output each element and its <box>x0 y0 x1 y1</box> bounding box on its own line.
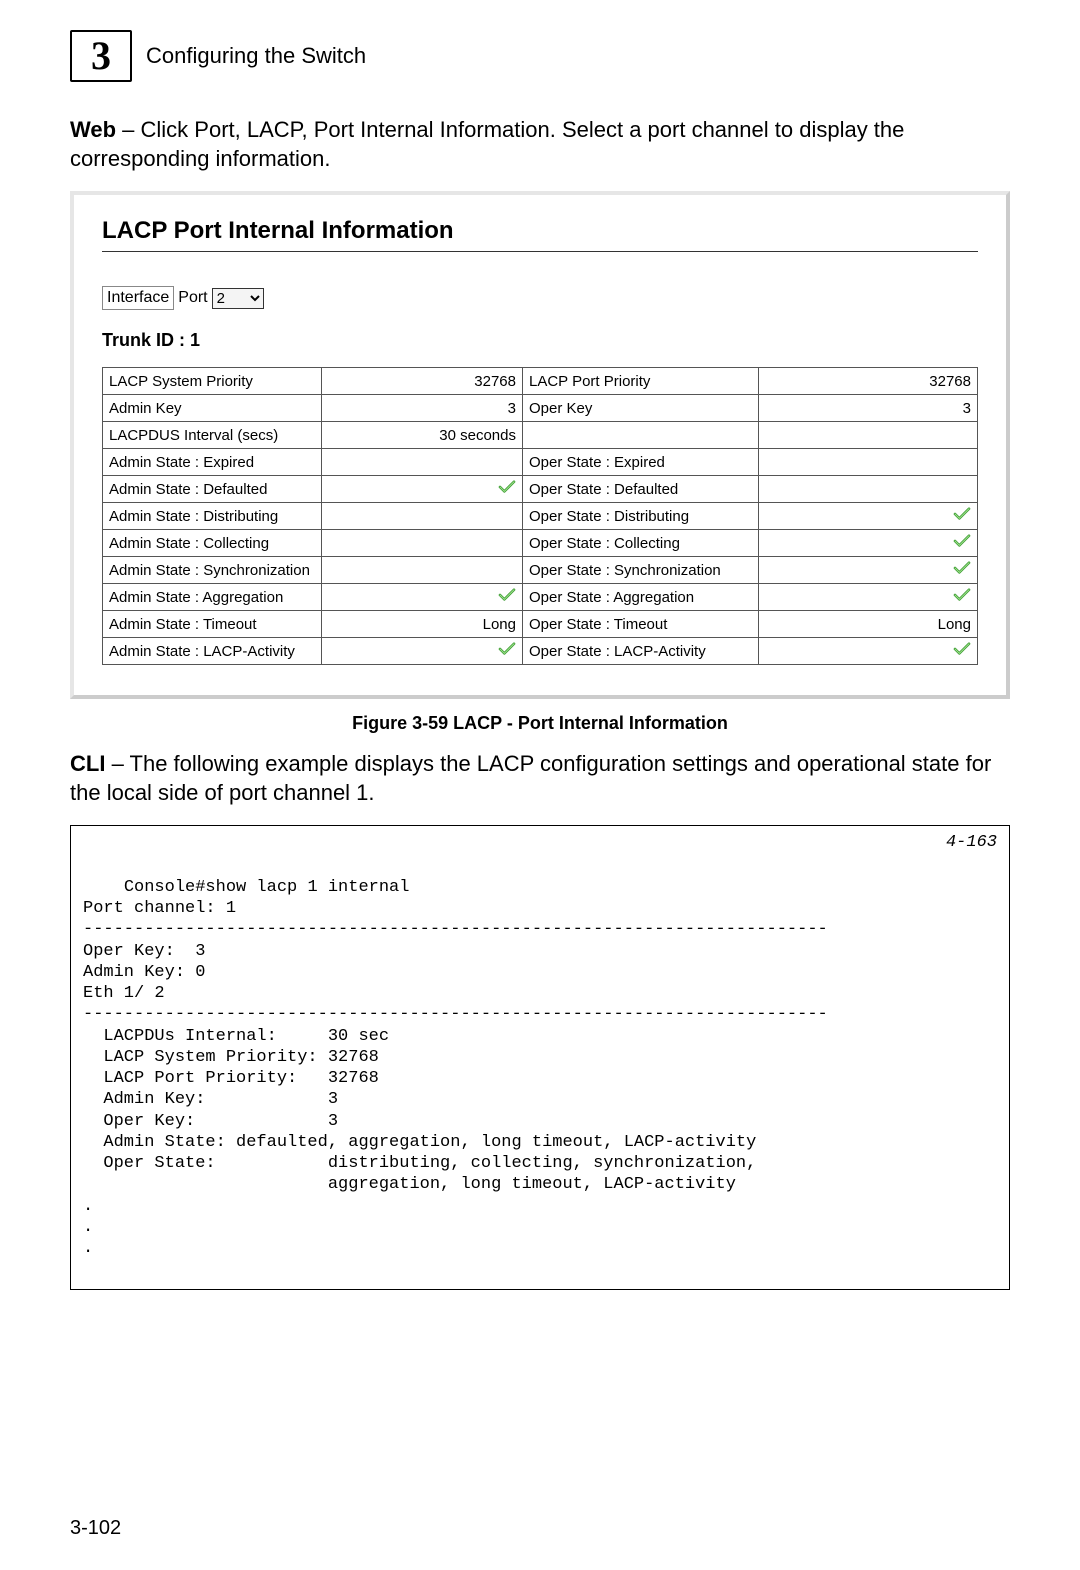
interface-row: Interface Port 2 <box>102 286 978 310</box>
page-header: 3 Configuring the Switch <box>70 30 1010 82</box>
value-left <box>321 557 522 584</box>
value-right <box>759 557 978 584</box>
value-left <box>321 476 522 503</box>
label-right: Oper State : Distributing <box>523 503 759 530</box>
table-row: Admin Key3Oper Key3 <box>103 395 978 422</box>
label-left: Admin State : LACP-Activity <box>103 638 322 665</box>
cli-paragraph: CLI – The following example displays the… <box>70 750 1010 807</box>
table-row: LACP System Priority32768LACP Port Prior… <box>103 368 978 395</box>
value-right <box>759 476 978 503</box>
label-left: LACPDUS Interval (secs) <box>103 422 322 449</box>
value-right: 32768 <box>759 368 978 395</box>
web-prefix: Web <box>70 117 116 142</box>
label-right: Oper State : Collecting <box>523 530 759 557</box>
value-right: Long <box>759 611 978 638</box>
table-row: Admin State : Aggregation Oper State : Ag… <box>103 584 978 611</box>
cli-prefix: CLI <box>70 751 105 776</box>
label-left: Admin State : Defaulted <box>103 476 322 503</box>
chapter-number: 3 <box>91 36 111 76</box>
value-left: 32768 <box>321 368 522 395</box>
table-row: Admin State : Collecting Oper State : Col… <box>103 530 978 557</box>
table-row: Admin State : Defaulted Oper State : Defa… <box>103 476 978 503</box>
page-number: 3-102 <box>70 1517 121 1540</box>
trunk-id-label: Trunk ID : 1 <box>102 330 978 351</box>
screenshot-heading: LACP Port Internal Information <box>102 217 978 245</box>
label-right: Oper State : Aggregation <box>523 584 759 611</box>
label-right: LACP Port Priority <box>523 368 759 395</box>
label-right: Oper State : Expired <box>523 449 759 476</box>
value-right <box>759 530 978 557</box>
table-row: Admin State : TimeoutLongOper State : Ti… <box>103 611 978 638</box>
value-right: 3 <box>759 395 978 422</box>
table-row: Admin State : Synchronization Oper State … <box>103 557 978 584</box>
check-icon <box>953 534 971 548</box>
label-right <box>523 422 759 449</box>
value-left: 30 seconds <box>321 422 522 449</box>
check-icon <box>498 642 516 656</box>
label-left: Admin State : Collecting <box>103 530 322 557</box>
check-icon <box>498 588 516 602</box>
value-right <box>759 503 978 530</box>
chapter-number-box: 3 <box>70 30 132 82</box>
value-right <box>759 584 978 611</box>
label-right: Oper State : Defaulted <box>523 476 759 503</box>
check-icon <box>953 588 971 602</box>
cli-reference: 4-163 <box>946 832 997 853</box>
chapter-title: Configuring the Switch <box>146 43 366 69</box>
web-paragraph: Web – Click Port, LACP, Port Internal In… <box>70 116 1010 173</box>
port-select[interactable]: 2 <box>212 288 264 309</box>
value-left <box>321 638 522 665</box>
check-icon <box>953 561 971 575</box>
port-label: Port <box>178 289 207 307</box>
interface-label: Interface <box>102 286 174 310</box>
label-right: Oper State : Synchronization <box>523 557 759 584</box>
value-left: Long <box>321 611 522 638</box>
lacp-info-table: LACP System Priority32768LACP Port Prior… <box>102 367 978 665</box>
value-left: 3 <box>321 395 522 422</box>
label-left: Admin State : Aggregation <box>103 584 322 611</box>
label-left: Admin State : Synchronization <box>103 557 322 584</box>
value-right <box>759 638 978 665</box>
check-icon <box>953 507 971 521</box>
label-right: Oper State : Timeout <box>523 611 759 638</box>
value-right <box>759 422 978 449</box>
figure-caption: Figure 3-59 LACP - Port Internal Informa… <box>70 713 1010 734</box>
label-left: Admin State : Distributing <box>103 503 322 530</box>
label-left: Admin State : Expired <box>103 449 322 476</box>
value-left <box>321 449 522 476</box>
lacp-screenshot: LACP Port Internal Information Interface… <box>70 191 1010 699</box>
label-right: Oper Key <box>523 395 759 422</box>
value-left <box>321 503 522 530</box>
web-text: – Click Port, LACP, Port Internal Inform… <box>70 117 904 171</box>
table-row: Admin State : Expired Oper State : Expire… <box>103 449 978 476</box>
label-left: LACP System Priority <box>103 368 322 395</box>
cli-listing-box: 4-163 Console#show lacp 1 internal Port … <box>70 825 1010 1289</box>
label-left: Admin Key <box>103 395 322 422</box>
check-icon <box>953 642 971 656</box>
screenshot-heading-rule <box>102 251 978 252</box>
label-right: Oper State : LACP-Activity <box>523 638 759 665</box>
cli-text: – The following example displays the LAC… <box>70 751 991 805</box>
value-left <box>321 584 522 611</box>
table-row: Admin State : LACP-Activity Oper State : … <box>103 638 978 665</box>
check-icon <box>498 480 516 494</box>
cli-listing: Console#show lacp 1 internal Port channe… <box>83 878 828 1258</box>
table-row: Admin State : Distributing Oper State : D… <box>103 503 978 530</box>
table-row: LACPDUS Interval (secs)30 seconds <box>103 422 978 449</box>
value-left <box>321 530 522 557</box>
label-left: Admin State : Timeout <box>103 611 322 638</box>
value-right <box>759 449 978 476</box>
